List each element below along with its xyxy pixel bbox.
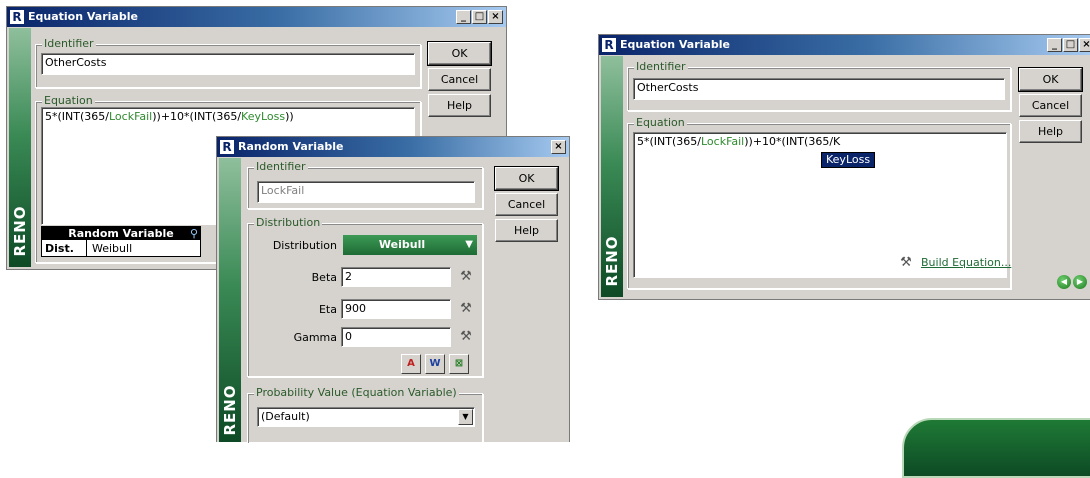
beta-input[interactable]: 2	[341, 267, 451, 287]
window-title: Equation Variable	[620, 38, 730, 51]
cancel-button[interactable]: Cancel	[495, 193, 558, 216]
app-icon: R	[10, 10, 24, 24]
beta-label: Beta	[311, 271, 337, 284]
variable-keyloss[interactable]: KeyLoss	[241, 110, 285, 123]
ok-button[interactable]: OK	[1018, 67, 1083, 92]
close-icon[interactable]: ×	[551, 140, 566, 154]
cancel-button[interactable]: Cancel	[1019, 94, 1082, 117]
magnifier-icon: ⚲	[189, 227, 198, 240]
app-icon: R	[220, 140, 234, 154]
distribution-label: Distribution	[272, 239, 337, 252]
brand-sidebar: RENO	[219, 158, 241, 442]
cancel-button[interactable]: Cancel	[428, 68, 491, 91]
help-button[interactable]: Help	[495, 219, 558, 242]
wrench-icon[interactable]: ⚒	[899, 256, 913, 270]
eta-label: Eta	[318, 303, 337, 316]
equation-part: 5*(INT(365/	[45, 110, 109, 123]
equation-label: Equation	[634, 116, 687, 129]
title-bar[interactable]: R Equation Variable _ □ ×	[599, 35, 1090, 55]
random-variable-tooltip: Random Variable ⚲ Dist. Weibull	[41, 226, 201, 257]
rv-dist-label: Dist.	[45, 242, 74, 255]
dropdown-arrow-icon: ▼	[465, 239, 473, 250]
probability-select[interactable]: (Default) ▼	[257, 407, 475, 427]
probability-label: Probability Value (Equation Variable)	[254, 386, 459, 399]
equation-part: ))+10*(INT(365/	[152, 110, 242, 123]
build-equation-link[interactable]: Build Equation...	[921, 256, 1011, 269]
next-icon[interactable]: ▶	[1073, 275, 1087, 289]
identifier-label: Identifier	[42, 37, 96, 50]
identifier-input[interactable]: OtherCosts	[41, 53, 415, 75]
equation-variable-window-autocomplete: R Equation Variable _ □ × RENO Identifie…	[598, 34, 1090, 300]
equation-part: 5*(INT(365/	[637, 135, 701, 148]
identifier-label: Identifier	[254, 160, 308, 173]
rv-tooltip-header: Random Variable	[42, 227, 200, 240]
wrench-icon[interactable]: ⚒	[459, 330, 473, 344]
brand-sidebar: RENO	[601, 56, 623, 297]
identifier-input[interactable]: OtherCosts	[633, 78, 1005, 100]
random-variable-window: R Random Variable × RENO Identifier Lock…	[216, 136, 570, 443]
help-button[interactable]: Help	[428, 94, 491, 117]
access-icon[interactable]: A	[401, 354, 421, 374]
minimize-icon[interactable]: _	[1047, 38, 1062, 52]
window-title: Random Variable	[238, 140, 344, 153]
distribution-group-label: Distribution	[254, 216, 323, 229]
equation-part: ))+10*(INT(365/K	[744, 135, 841, 148]
close-icon[interactable]: ×	[1079, 38, 1090, 52]
identifier-input[interactable]: LockFail	[257, 181, 475, 203]
ok-button[interactable]: OK	[494, 166, 559, 191]
equation-label: Equation	[42, 94, 95, 107]
close-icon[interactable]: ×	[488, 10, 503, 24]
identifier-label: Identifier	[634, 60, 688, 73]
wrench-icon[interactable]: ⚒	[459, 302, 473, 316]
minimize-icon[interactable]: _	[456, 10, 471, 24]
autocomplete-suggestion[interactable]: KeyLoss	[821, 152, 876, 168]
help-button[interactable]: Help	[1019, 120, 1082, 143]
gamma-label: Gamma	[293, 331, 337, 344]
wrench-icon[interactable]: ⚒	[459, 270, 473, 284]
brand-label: RENO	[603, 235, 621, 287]
dropdown-arrow-icon[interactable]: ▼	[458, 409, 473, 425]
decorative-green-shape	[902, 418, 1090, 478]
gamma-input[interactable]: 0	[341, 327, 451, 347]
distribution-select[interactable]: Weibull ▼	[343, 235, 477, 255]
maximize-icon[interactable]: □	[472, 10, 487, 24]
maximize-icon[interactable]: □	[1063, 38, 1078, 52]
word-icon[interactable]: W	[425, 354, 445, 374]
brand-label: RENO	[221, 384, 239, 436]
rv-dist-value: Weibull	[92, 242, 133, 255]
ok-button[interactable]: OK	[427, 41, 492, 66]
excel-icon[interactable]: ⊠	[449, 354, 469, 374]
eta-input[interactable]: 900	[341, 299, 451, 319]
equation-part: ))	[285, 110, 294, 123]
title-bar[interactable]: R Equation Variable _ □ ×	[7, 7, 506, 27]
brand-sidebar: RENO	[9, 28, 31, 267]
variable-lockfail[interactable]: LockFail	[109, 110, 152, 123]
window-title: Equation Variable	[28, 10, 138, 23]
app-icon: R	[602, 38, 616, 52]
prev-icon[interactable]: ◀	[1057, 275, 1071, 289]
variable-lockfail[interactable]: LockFail	[701, 135, 744, 148]
title-bar[interactable]: R Random Variable ×	[217, 137, 569, 157]
brand-label: RENO	[11, 205, 29, 257]
